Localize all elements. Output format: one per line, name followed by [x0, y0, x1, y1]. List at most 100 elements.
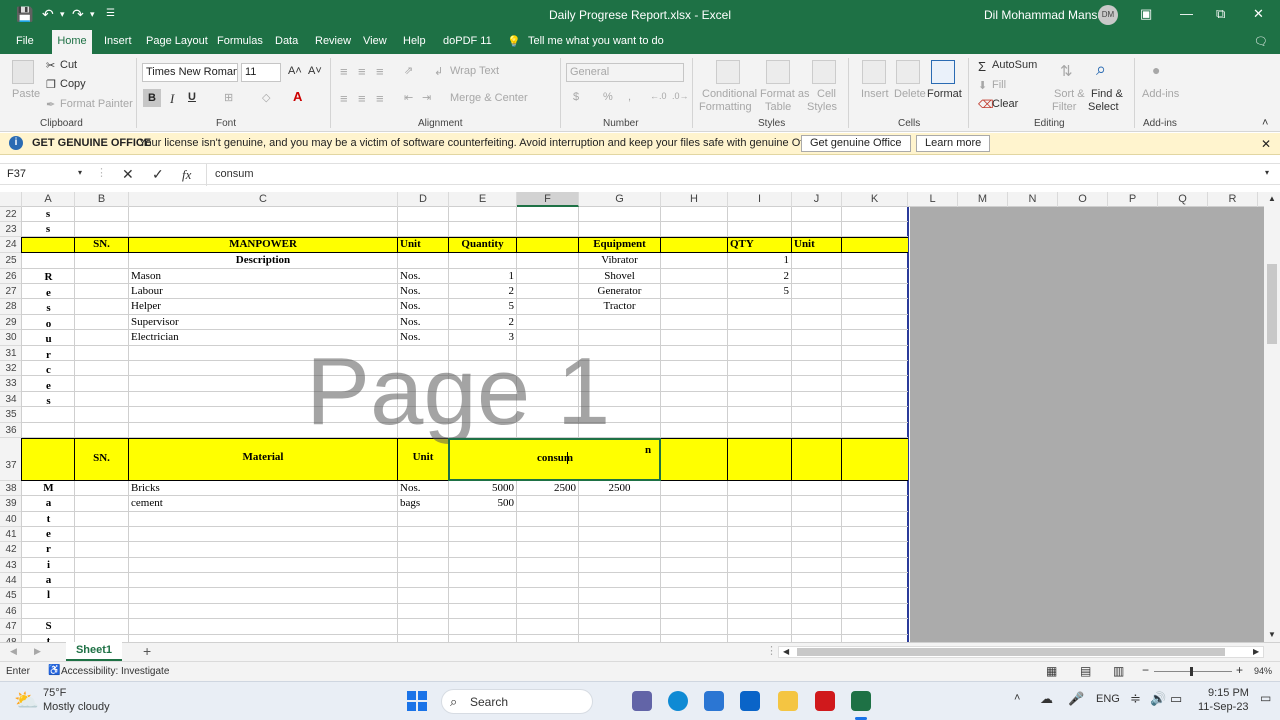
prev-sheet-icon[interactable]: ◀ — [10, 646, 17, 657]
format-cells-icon[interactable] — [931, 60, 955, 84]
weather-icon[interactable]: ⛅ — [14, 688, 39, 713]
user-name[interactable]: Dil Mohammad Mansuri — [984, 8, 1111, 22]
comma-button[interactable]: , — [628, 91, 631, 103]
conditional-formatting-label[interactable]: Formatting — [699, 101, 752, 113]
wifi-icon[interactable]: ≑ — [1130, 691, 1141, 707]
tab-home[interactable]: Home — [52, 30, 92, 54]
sheet-tab-sheet1[interactable]: Sheet1 — [66, 642, 122, 661]
row-header-24[interactable]: 24 — [0, 237, 22, 253]
scroll-thumb[interactable] — [797, 648, 1225, 656]
name-box[interactable]: F37 — [4, 166, 86, 184]
column-header-g[interactable]: G — [579, 192, 661, 207]
header-qty[interactable]: QTY — [728, 238, 792, 250]
header-sn[interactable]: SN. — [75, 238, 129, 250]
get-genuine-button[interactable]: Get genuine Office — [801, 135, 911, 152]
avatar[interactable]: DM — [1098, 5, 1118, 25]
cut-button[interactable]: Cut — [60, 59, 77, 71]
header-unit[interactable]: Unit — [398, 451, 449, 463]
copy-icon[interactable]: ❐ — [46, 78, 56, 91]
row-header-39[interactable]: 39 — [0, 496, 22, 512]
column-header-a[interactable]: A — [22, 192, 75, 207]
cancel-icon[interactable]: ✕ — [122, 166, 134, 183]
cut-icon[interactable]: ✂ — [46, 59, 55, 72]
manpower-name[interactable]: Mason — [129, 270, 398, 282]
manpower-qty[interactable]: 5 — [449, 300, 517, 312]
row-header-43[interactable]: 43 — [0, 558, 22, 573]
volume-icon[interactable]: 🔊 — [1150, 691, 1166, 707]
file-explorer-icon[interactable] — [778, 691, 798, 711]
comments-icon[interactable]: 🗨 — [1254, 35, 1268, 48]
column-header-q[interactable]: Q — [1158, 192, 1208, 207]
add-sheet-button[interactable]: + — [143, 643, 151, 659]
format-painter-icon[interactable]: ✒ — [46, 98, 55, 111]
header-quantity[interactable]: Quantity — [449, 238, 517, 250]
equipment-qty[interactable]: 5 — [728, 285, 792, 297]
vertical-scrollbar[interactable]: ▲ ▼ — [1264, 192, 1280, 642]
align-top-icon[interactable]: ≡ — [340, 64, 348, 79]
row-header-48[interactable]: 48 — [0, 635, 22, 642]
scroll-thumb[interactable] — [1267, 264, 1277, 344]
manpower-unit[interactable]: Nos. — [398, 285, 449, 297]
row-header-26[interactable]: 26 — [0, 269, 22, 284]
increase-font-icon[interactable]: A˄ — [288, 65, 302, 77]
weather-temp[interactable]: 75°F — [43, 687, 66, 699]
row-header-29[interactable]: 29 — [0, 315, 22, 330]
delete-cells-button[interactable]: Delete — [894, 88, 926, 100]
row-header-36[interactable]: 36 — [0, 423, 22, 438]
excel-taskbar-icon[interactable] — [851, 691, 871, 711]
equipment-name[interactable]: Vibrator — [579, 254, 661, 266]
row-header-27[interactable]: 27 — [0, 284, 22, 299]
align-left-icon[interactable]: ≡ — [340, 91, 348, 106]
row-header-44[interactable]: 44 — [0, 573, 22, 588]
search-icon[interactable]: ⌕ — [1096, 59, 1106, 80]
language-indicator[interactable]: ENG — [1096, 693, 1120, 705]
insert-cells-button[interactable]: Insert — [861, 88, 889, 100]
normal-view-icon[interactable]: ▦ — [1046, 664, 1057, 678]
close-icon[interactable]: ✕ — [1253, 6, 1264, 22]
increase-indent-icon[interactable]: ⇥ — [422, 91, 431, 104]
manpower-unit[interactable]: Nos. — [398, 300, 449, 312]
learn-more-button[interactable]: Learn more — [916, 135, 991, 152]
row-header-23[interactable]: 23 — [0, 222, 22, 237]
delete-cells-icon[interactable] — [896, 60, 920, 84]
column-header-b[interactable]: B — [75, 192, 129, 207]
tab-help[interactable]: Help — [403, 35, 426, 47]
equipment-qty[interactable]: 1 — [728, 254, 792, 266]
row-header-31[interactable]: 31 — [0, 346, 22, 361]
material-value-e[interactable]: 5000 — [449, 482, 517, 494]
sort-filter-button[interactable]: Sort & — [1054, 88, 1085, 100]
manpower-qty[interactable]: 1 — [449, 270, 517, 282]
italic-button[interactable]: I — [170, 91, 174, 107]
paste-button[interactable]: Paste — [12, 88, 40, 100]
restore-icon[interactable]: ⧉ — [1216, 6, 1225, 22]
row-header-25[interactable]: 25 — [0, 253, 22, 269]
zoom-out-icon[interactable]: − — [1142, 663, 1149, 677]
windows-start-icon[interactable] — [407, 691, 427, 711]
format-as-table-button[interactable]: Format as — [760, 88, 810, 100]
fill-color-icon[interactable]: ◇ — [262, 91, 270, 104]
tab-dopdf[interactable]: doPDF 11 — [443, 35, 492, 47]
align-right-icon[interactable]: ≡ — [376, 91, 384, 106]
wrap-text-icon[interactable]: ↲ — [434, 65, 443, 78]
close-icon[interactable]: ✕ — [1261, 137, 1271, 151]
cell-edit-text[interactable]: consum — [449, 452, 661, 464]
acrobat-icon[interactable] — [815, 691, 835, 711]
cell-styles-button[interactable]: Cell — [817, 88, 836, 100]
find-select-label[interactable]: Select — [1088, 101, 1119, 113]
manpower-name[interactable]: Supervisor — [129, 316, 398, 328]
addins-icon[interactable]: ● — [1152, 62, 1160, 78]
material-value-f[interactable]: 2500 — [517, 482, 579, 494]
next-sheet-icon[interactable]: ▶ — [34, 646, 41, 657]
taskbar-search[interactable]: ⌕ Search — [441, 689, 593, 714]
column-header-j[interactable]: J — [792, 192, 842, 207]
row-header-28[interactable]: 28 — [0, 299, 22, 315]
find-select-button[interactable]: Find & — [1091, 88, 1123, 100]
align-middle-icon[interactable]: ≡ — [358, 64, 366, 79]
copy-button[interactable]: Copy — [60, 78, 86, 90]
cloud-sync-icon[interactable]: ☁ — [1040, 691, 1053, 707]
zoom-in-icon[interactable]: + — [1236, 663, 1243, 677]
tab-review[interactable]: Review — [315, 35, 351, 47]
header-sn[interactable]: SN. — [75, 452, 129, 464]
row-header-41[interactable]: 41 — [0, 527, 22, 542]
addins-button[interactable]: Add-ins — [1142, 88, 1179, 100]
